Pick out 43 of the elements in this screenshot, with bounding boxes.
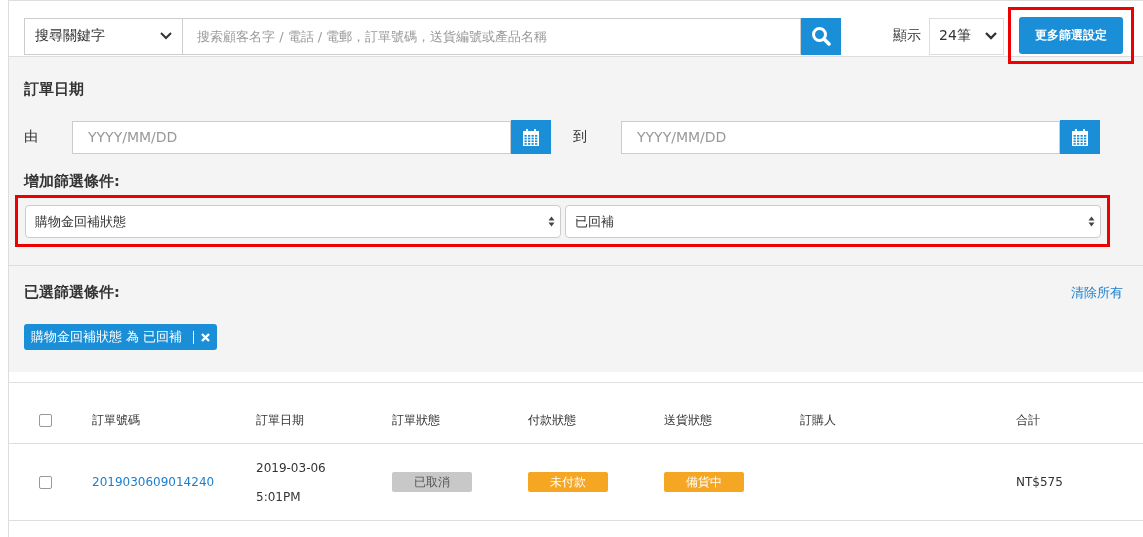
chevron-down-icon (160, 32, 172, 40)
order-time: 5:01PM (256, 489, 302, 504)
column-header: 合計 (1016, 412, 1040, 427)
row-checkbox[interactable] (39, 475, 52, 489)
order-number-link[interactable]: 2019030609014240 (92, 475, 215, 489)
status-badge: 未付款 (528, 472, 608, 492)
order-date: 2019-03-06 (256, 460, 327, 475)
updown-icon (1088, 216, 1095, 227)
date-field[interactable]: YYYY/MM/DD (72, 120, 511, 154)
tag-label: 購物金回補狀態 為 已回補 (31, 328, 183, 346)
from-label: 由 (24, 128, 39, 146)
calendar-icon (1072, 128, 1088, 146)
more-filters-button[interactable]: 更多篩選設定 (1019, 16, 1123, 54)
status-badge: 已取消 (392, 472, 472, 492)
clear-all-link[interactable]: 清除所有 (1071, 283, 1123, 302)
search-button[interactable] (801, 17, 841, 55)
updown-icon (548, 216, 555, 227)
page-size-select[interactable]: 24筆 (929, 17, 1004, 55)
search-field[interactable]: 搜索顧客名字 / 電話 / 電郵，訂單號碼，送貨編號或產品名稱 (183, 17, 801, 55)
show-label: 顯示 (893, 27, 921, 45)
column-header: 訂單狀態 (392, 412, 440, 427)
chevron-down-icon (985, 32, 997, 40)
order-total: NT$575 (1016, 475, 1063, 489)
to-label: 到 (573, 128, 588, 146)
calendar-icon (523, 128, 539, 146)
calendar-button[interactable] (1060, 120, 1100, 154)
select-all-checkbox[interactable] (39, 413, 52, 427)
column-header: 付款狀態 (528, 412, 576, 427)
section-title: 已選篩選條件: (24, 283, 120, 302)
keyword-select[interactable]: 搜尋關鍵字 (24, 17, 183, 55)
column-header: 訂購人 (800, 412, 836, 427)
filter-value-select[interactable]: 已回補 (565, 205, 1101, 238)
status-badge: 備貨中 (664, 472, 744, 492)
column-header: 訂單日期 (256, 412, 304, 427)
close-icon[interactable] (201, 332, 211, 342)
column-header: 訂單號碼 (92, 412, 140, 427)
section-title: 訂單日期 (24, 80, 85, 99)
search-icon (811, 26, 831, 46)
section-title: 增加篩選條件: (24, 172, 121, 191)
calendar-button[interactable] (511, 120, 551, 154)
date-field[interactable]: YYYY/MM/DD (621, 120, 1060, 154)
filter-field-select[interactable]: 購物金回補狀態 (25, 205, 561, 238)
column-header: 送貨狀態 (664, 412, 712, 427)
